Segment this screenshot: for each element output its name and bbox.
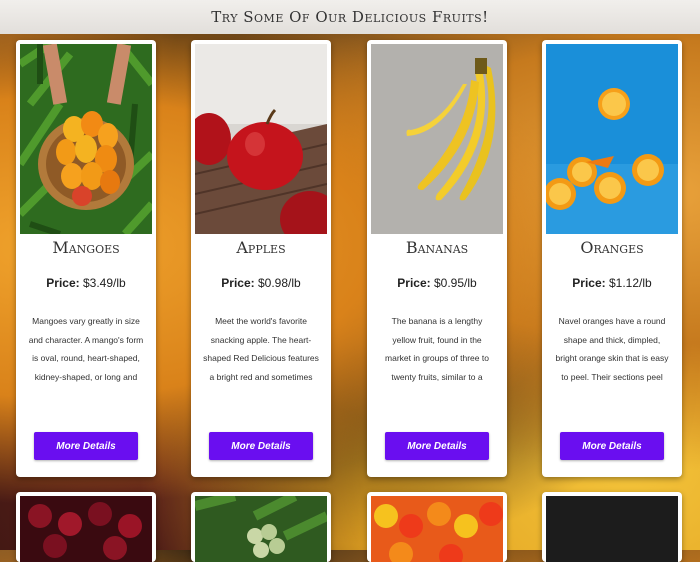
fruit-card-row2-2 [191,492,331,562]
fruit-card-bananas: Bananas Price: $0.95/lb The banana is a … [367,40,507,477]
fruit-name: Oranges [580,238,644,257]
fruit-card-row2-1 [16,492,156,562]
grapes-image [195,496,327,562]
mango-image [20,44,152,234]
fruit-card-row2-3 [367,492,507,562]
fruit-card-mangoes: Mangoes Price: $3.49/lb Mangoes vary gre… [16,40,156,477]
fruit-price: Price: $0.98/lb [221,276,301,290]
more-details-button-oranges[interactable]: More Details [560,432,664,460]
fruit-description: Navel oranges have a round shape and thi… [555,316,669,382]
cherries-image [20,496,152,562]
banana-image [371,44,503,234]
fruit-description: Mangoes vary greatly in size and charact… [28,316,144,382]
fruit-name: Bananas [405,238,469,257]
page-title: Try Some Of Our Delicious Fruits! [211,8,489,26]
fruit-description: The banana is a lengthy yellow fruit, fo… [385,316,489,382]
page-header: Try Some Of Our Delicious Fruits! [0,0,700,34]
fruit-card-row2-4 [542,492,682,562]
more-details-button-mangoes[interactable]: More Details [34,432,138,460]
fruit-card-oranges: Oranges Price: $1.12/lb Navel oranges ha… [542,40,682,477]
more-details-button-apples[interactable]: More Details [209,432,313,460]
apple-image [195,44,327,234]
fruit-price: Price: $1.12/lb [572,276,652,290]
fruit-price: Price: $3.49/lb [46,276,126,290]
fruit-price: Price: $0.95/lb [397,276,477,290]
orange-image [546,44,678,234]
dark-fruit-image [546,496,678,562]
fruit-name: Apples [236,238,286,257]
fruit-description: Meet the world's favorite snacking apple… [203,316,319,382]
more-details-button-bananas[interactable]: More Details [385,432,489,460]
peppers-image [371,496,503,562]
fruit-name: Mangoes [52,238,120,257]
fruit-card-apples: Apples Price: $0.98/lb Meet the world's … [191,40,331,477]
